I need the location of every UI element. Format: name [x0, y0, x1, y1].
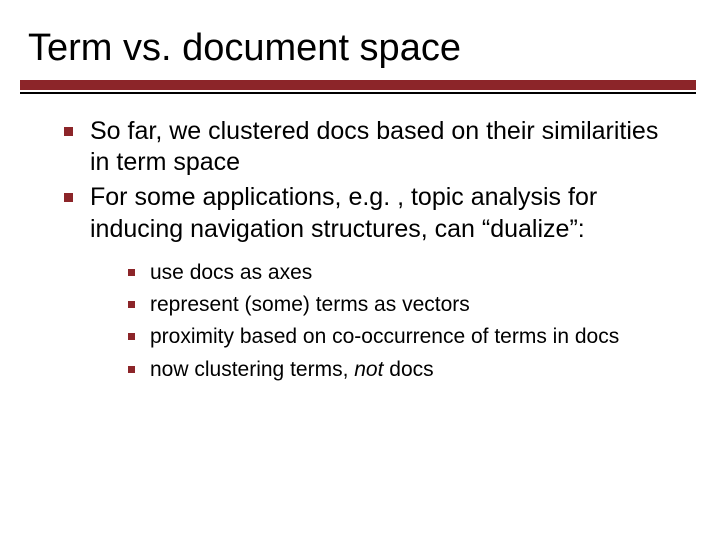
- title-area: Term vs. document space: [0, 28, 720, 74]
- bullet-item: For some applications, e.g. , topic anal…: [62, 182, 680, 384]
- bullet-item: So far, we clustered docs based on their…: [62, 116, 680, 179]
- slide-body: So far, we clustered docs based on their…: [0, 94, 720, 384]
- sub-bullet-text: proximity based on co-occurrence of term…: [150, 325, 619, 348]
- slide: Term vs. document space So far, we clust…: [0, 0, 720, 540]
- sub-bullet-item: proximity based on co-occurrence of term…: [124, 323, 680, 351]
- underline-thick: [20, 80, 696, 90]
- sub-bullet-text: represent (some) terms as vectors: [150, 293, 470, 316]
- sub-bullet-text: use docs as axes: [150, 261, 312, 284]
- bullet-text: So far, we clustered docs based on their…: [90, 117, 658, 176]
- sub-bullet-text: now clustering terms,: [150, 358, 354, 381]
- sub-bullet-text: docs: [383, 358, 433, 381]
- sub-bullet-item: represent (some) terms as vectors: [124, 291, 680, 319]
- sub-bullet-italic: not: [354, 358, 383, 381]
- sub-bullet-item: now clustering terms, not docs: [124, 356, 680, 384]
- sub-bullet-item: use docs as axes: [124, 259, 680, 287]
- bullet-list: So far, we clustered docs based on their…: [62, 116, 680, 384]
- sub-bullet-list: use docs as axes represent (some) terms …: [90, 259, 680, 384]
- title-underline: [20, 80, 696, 94]
- bullet-text: For some applications, e.g. , topic anal…: [90, 183, 597, 242]
- slide-title: Term vs. document space: [28, 28, 720, 70]
